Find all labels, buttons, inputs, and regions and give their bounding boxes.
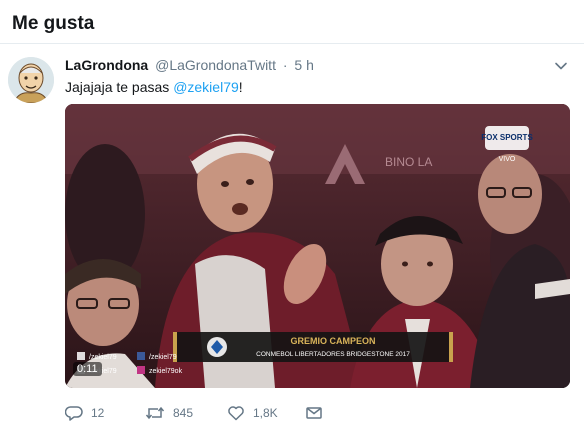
tweet-text-suffix: ! <box>238 79 243 95</box>
author-screen-name[interactable]: @LaGrondonaTwitt <box>155 57 276 73</box>
lower-third-banner: GREMIO CAMPEON CONMEBOL LIBERTADORES BRI… <box>173 332 453 362</box>
envelope-icon <box>306 407 322 419</box>
mention-link[interactable]: @zekiel79 <box>173 79 239 95</box>
banner-title: GREMIO CAMPEON <box>290 336 375 346</box>
background-text: BINO LA <box>385 155 432 169</box>
watermark-instagram: zekiel79ok <box>149 368 183 375</box>
retweet-button[interactable]: 845 <box>145 402 193 424</box>
video-frame: BINO LA FOX SPORTS VIVO GREMIO CAMPEON C… <box>65 104 570 388</box>
reply-button[interactable]: 12 <box>65 402 104 424</box>
watermark-facebook: /zekiel79 <box>149 354 177 361</box>
direct-message-button[interactable] <box>305 402 331 424</box>
like-count: 1,8K <box>253 406 278 420</box>
tweet-text-prefix: Jajajaja te pasas <box>65 79 174 95</box>
author-display-name[interactable]: LaGrondona <box>65 57 148 73</box>
caricature-avatar-icon <box>8 57 54 103</box>
page-header: Me gusta <box>0 0 584 44</box>
tweet-timestamp[interactable]: 5 h <box>294 57 313 73</box>
reply-count: 12 <box>91 406 105 420</box>
tweet-actions: 12 845 1,8K <box>65 402 570 424</box>
more-options-button[interactable] <box>554 59 568 73</box>
watermark-youtube: /zekiel79 <box>89 354 117 361</box>
heart-icon <box>228 406 244 421</box>
tweet-header: LaGrondona @LaGrondonaTwitt · 5 h <box>65 57 314 73</box>
like-button[interactable]: 1,8K <box>227 402 278 424</box>
chevron-down-icon <box>555 62 567 70</box>
page-title: Me gusta <box>12 13 95 34</box>
reply-icon <box>65 406 83 421</box>
avatar[interactable] <box>8 57 54 103</box>
broadcaster-badge: FOX SPORTS <box>481 133 533 142</box>
retweet-count: 845 <box>173 406 194 420</box>
video-timer: 0:11 <box>73 362 102 376</box>
tweet[interactable]: LaGrondona @LaGrondonaTwitt · 5 h Jajaja… <box>0 45 584 428</box>
banner-subtitle: CONMEBOL LIBERTADORES BRIDGESTONE 2017 <box>256 351 410 358</box>
broadcaster-sub: VIVO <box>499 156 516 163</box>
tweet-text: Jajajaja te pasas @zekiel79! <box>65 79 243 95</box>
separator-dot: · <box>282 57 288 73</box>
retweet-icon <box>145 406 165 420</box>
video-player[interactable]: BINO LA FOX SPORTS VIVO GREMIO CAMPEON C… <box>65 104 570 388</box>
